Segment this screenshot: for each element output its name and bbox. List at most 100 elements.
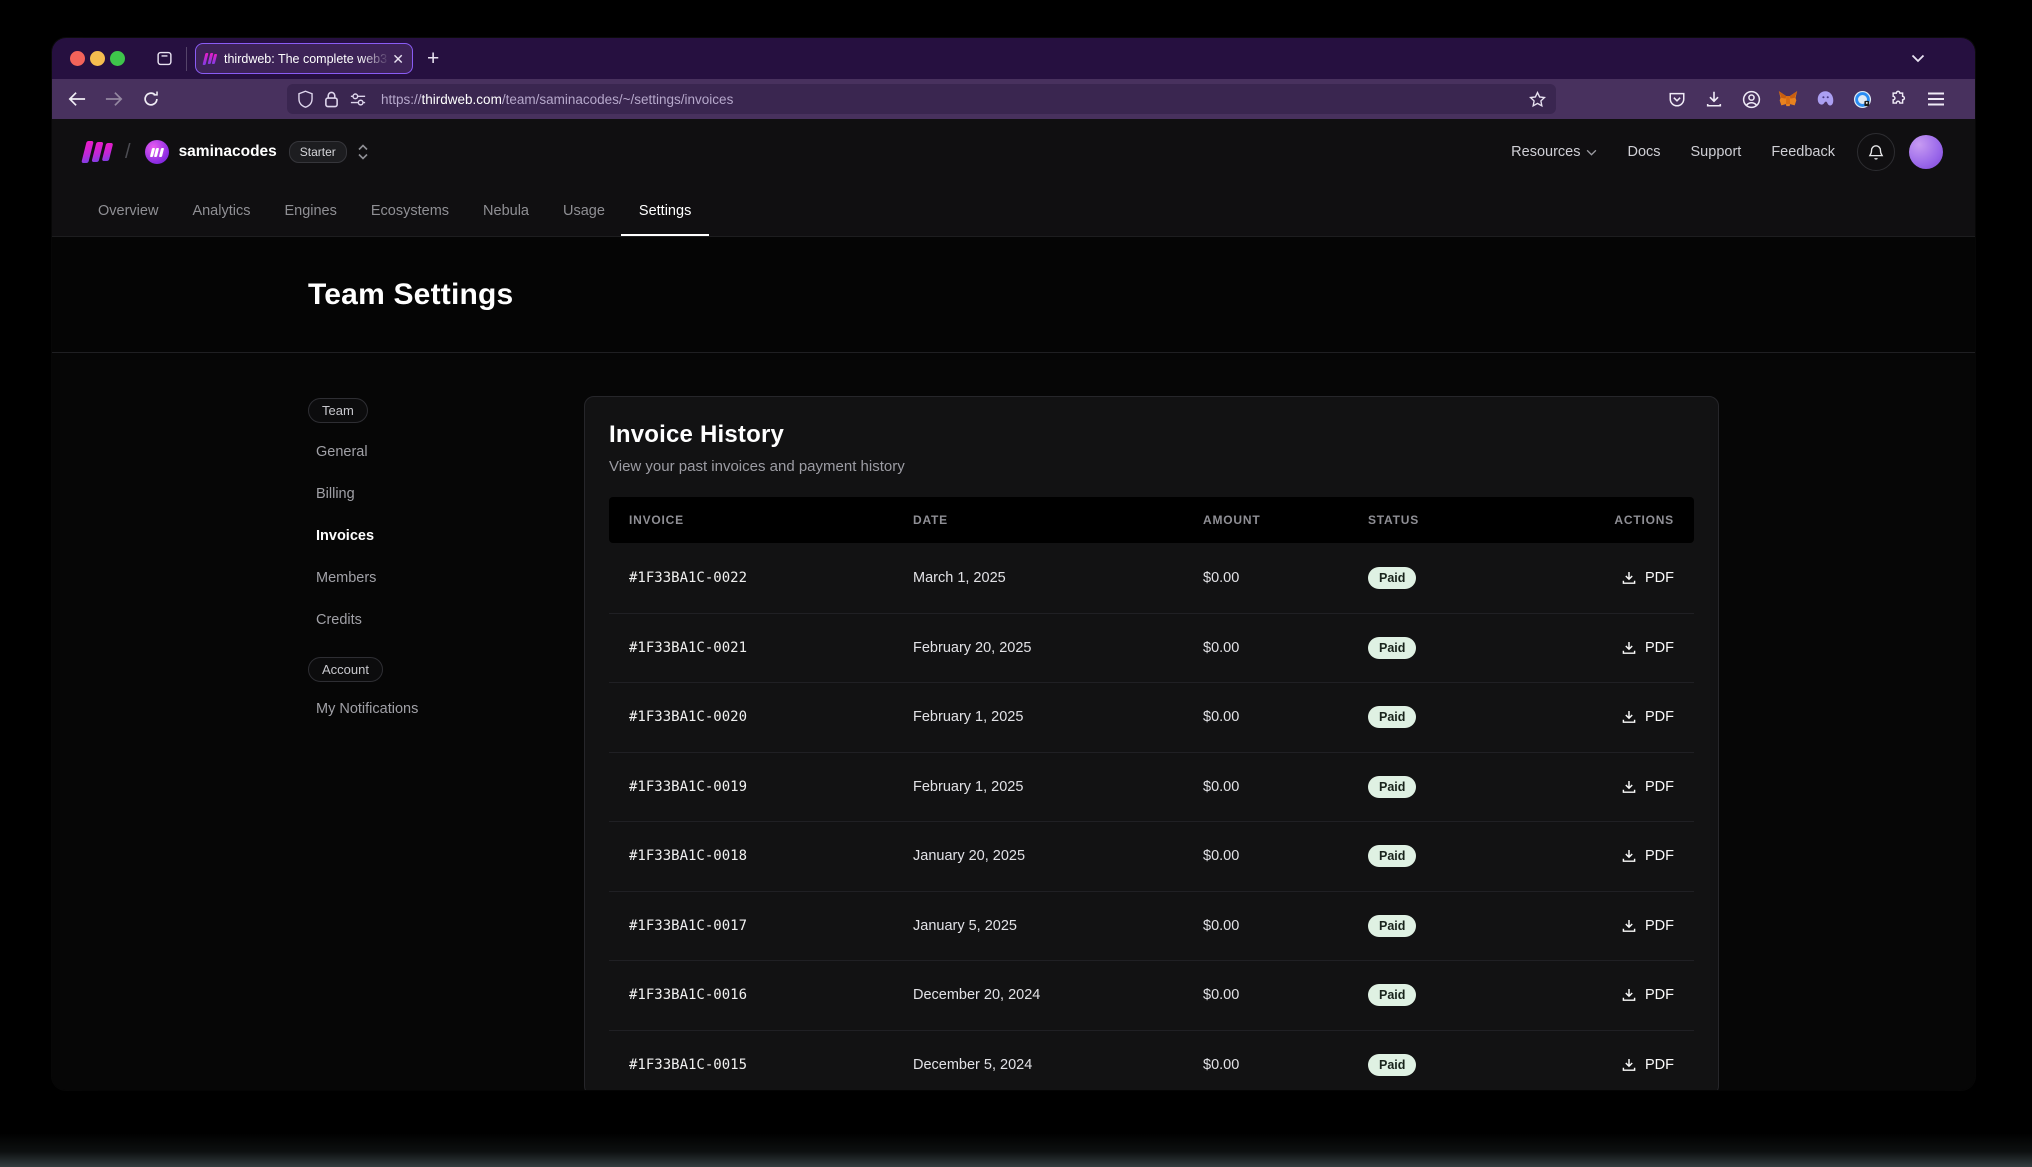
forward-icon[interactable] (103, 90, 125, 108)
team-avatar[interactable] (145, 140, 169, 164)
header-link-feedback[interactable]: Feedback (1771, 144, 1835, 160)
column-header-actions: ACTIONS (1518, 513, 1694, 527)
download-icon (1621, 848, 1637, 864)
download-pdf-button[interactable]: PDF (1621, 987, 1674, 1003)
tab-manager-icon[interactable] (156, 50, 173, 67)
site-header: / saminacodes Starter ResourcesDocsSuppo… (52, 119, 1975, 237)
back-icon[interactable] (66, 90, 88, 108)
download-pdf-button[interactable]: PDF (1621, 709, 1674, 725)
maximize-window-button[interactable] (110, 51, 125, 66)
extensions-puzzle-icon[interactable] (1888, 90, 1910, 108)
tab-engines[interactable]: Engines (284, 185, 336, 236)
team-switcher-icon[interactable] (357, 143, 369, 161)
header-link-resources[interactable]: Resources (1511, 144, 1597, 160)
active-tab[interactable]: thirdweb: The complete web3 d ✕ (195, 43, 413, 74)
invoice-table-row: #1F33BA1C-0021 February 20, 2025 $0.00 P… (609, 613, 1694, 683)
status-badge: Paid (1368, 567, 1416, 589)
invoice-status: Paid (1348, 1054, 1518, 1076)
account-icon[interactable] (1740, 90, 1762, 109)
invoice-date: February 1, 2025 (893, 709, 1183, 725)
sidebar-item-members[interactable]: Members (308, 557, 584, 599)
sidebar-item-my-notifications[interactable]: My Notifications (308, 688, 584, 730)
sidebar-account-list: My Notifications (308, 688, 584, 730)
tab-analytics[interactable]: Analytics (192, 185, 250, 236)
invoice-number: #1F33BA1C-0015 (609, 1057, 893, 1073)
new-tab-button[interactable]: + (427, 47, 439, 71)
sidebar-item-general[interactable]: General (308, 431, 584, 473)
header-links: Resources Docs Support Feedback (1481, 144, 1835, 160)
download-pdf-button[interactable]: PDF (1621, 779, 1674, 795)
tab-close-icon[interactable]: ✕ (392, 52, 404, 66)
column-header-amount: AMOUNT (1183, 513, 1348, 527)
invoice-amount: $0.00 (1183, 779, 1348, 795)
phantom-icon[interactable] (1814, 90, 1836, 108)
invoice-number: #1F33BA1C-0021 (609, 640, 893, 656)
invoice-number: #1F33BA1C-0019 (609, 779, 893, 795)
lock-icon[interactable] (324, 91, 339, 108)
minimize-window-button[interactable] (90, 51, 105, 66)
browser-toolbar: https://thirdweb.com/team/saminacodes/~/… (52, 79, 1975, 119)
tab-usage[interactable]: Usage (563, 185, 605, 236)
team-name[interactable]: saminacodes (179, 143, 277, 161)
invoice-amount: $0.00 (1183, 1057, 1348, 1073)
screen-bottom-glow (0, 1133, 2032, 1167)
pdf-label: PDF (1645, 570, 1674, 586)
notifications-bell-button[interactable] (1857, 133, 1895, 171)
invoice-status: Paid (1348, 984, 1518, 1006)
tab-favicon-thirdweb (204, 53, 216, 65)
url-bar[interactable]: https://thirdweb.com/team/saminacodes/~/… (287, 84, 1556, 114)
toolbar-extensions (1666, 90, 1947, 109)
reload-icon[interactable] (140, 90, 162, 108)
invoice-history-card: Invoice History View your past invoices … (584, 396, 1719, 1090)
invoice-amount: $0.00 (1183, 848, 1348, 864)
invoice-amount: $0.00 (1183, 918, 1348, 934)
page-title: Team Settings (308, 278, 1719, 312)
status-badge: Paid (1368, 984, 1416, 1006)
browser-tab-strip: thirdweb: The complete web3 d ✕ + (52, 38, 1975, 79)
download-pdf-button[interactable]: PDF (1621, 848, 1674, 864)
download-pdf-button[interactable]: PDF (1621, 1057, 1674, 1073)
sidebar-item-invoices[interactable]: Invoices (308, 515, 584, 557)
webpage: / saminacodes Starter ResourcesDocsSuppo… (52, 119, 1975, 1090)
thirdweb-logo[interactable] (84, 141, 111, 163)
table-header-row: INVOICEDATEAMOUNTSTATUSACTIONS (609, 497, 1694, 543)
pdf-label: PDF (1645, 918, 1674, 934)
tab-overview[interactable]: Overview (98, 185, 158, 236)
list-all-tabs-icon[interactable] (1911, 54, 1925, 63)
permissions-icon[interactable] (349, 91, 367, 107)
column-header-invoice: INVOICE (609, 513, 893, 527)
invoice-date: February 20, 2025 (893, 640, 1183, 656)
download-pdf-button[interactable]: PDF (1621, 570, 1674, 586)
close-window-button[interactable] (70, 51, 85, 66)
download-icon (1621, 1057, 1637, 1073)
invoice-number: #1F33BA1C-0016 (609, 987, 893, 1003)
bookmark-star-icon[interactable] (1529, 91, 1546, 108)
pdf-label: PDF (1645, 779, 1674, 795)
tracking-protection-shield-icon[interactable] (297, 90, 314, 108)
sidebar-item-billing[interactable]: Billing (308, 473, 584, 515)
invoice-number: #1F33BA1C-0018 (609, 848, 893, 864)
onepassword-icon[interactable] (1851, 90, 1873, 109)
tab-title: thirdweb: The complete web3 d (224, 52, 390, 66)
column-header-status: STATUS (1348, 513, 1518, 527)
header-link-support[interactable]: Support (1691, 144, 1742, 160)
invoice-status: Paid (1348, 845, 1518, 867)
user-avatar[interactable] (1909, 135, 1943, 169)
metamask-icon[interactable] (1777, 90, 1799, 109)
download-pdf-button[interactable]: PDF (1621, 640, 1674, 656)
tab-ecosystems[interactable]: Ecosystems (371, 185, 449, 236)
tab-nebula[interactable]: Nebula (483, 185, 529, 236)
sidebar-item-credits[interactable]: Credits (308, 599, 584, 641)
header-link-docs[interactable]: Docs (1627, 144, 1660, 160)
invoice-table-row: #1F33BA1C-0015 December 5, 2024 $0.00 Pa… (609, 1030, 1694, 1091)
invoice-table-row: #1F33BA1C-0022 March 1, 2025 $0.00 Paid … (609, 543, 1694, 613)
downloads-icon[interactable] (1703, 90, 1725, 108)
download-icon (1621, 640, 1637, 656)
window-controls (70, 51, 125, 66)
pocket-icon[interactable] (1666, 90, 1688, 108)
invoice-status: Paid (1348, 776, 1518, 798)
menu-hamburger-icon[interactable] (1925, 92, 1947, 106)
tab-settings[interactable]: Settings (639, 185, 691, 236)
tabstrip-separator (186, 47, 187, 71)
download-pdf-button[interactable]: PDF (1621, 918, 1674, 934)
